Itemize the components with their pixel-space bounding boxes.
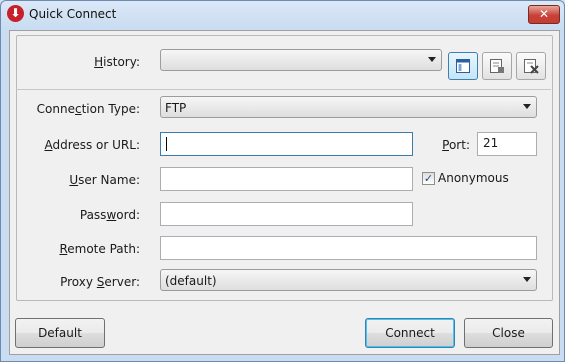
section-divider <box>16 89 551 90</box>
quick-connect-window: ⬇ Quick Connect ✕ History: Connection Ty… <box>0 0 565 362</box>
proxy-server-dropdown[interactable]: (default) <box>160 269 537 291</box>
connection-type-dropdown[interactable]: FTP <box>160 96 537 118</box>
password-label: Password: <box>79 208 140 222</box>
dialog-body: History: Connection Type: FTP Address or… <box>9 30 560 355</box>
history-label: History: <box>94 55 140 69</box>
window-title: Quick Connect <box>29 7 117 21</box>
history-delete-button[interactable] <box>516 52 546 80</box>
app-logo-icon: ⬇ <box>7 5 24 22</box>
close-icon: ✕ <box>538 7 550 21</box>
dropdown-arrow-icon <box>523 104 531 109</box>
proxy-server-label: Proxy Server: <box>60 275 140 289</box>
user-name-label: User Name: <box>69 173 140 187</box>
remote-path-input[interactable] <box>160 236 537 260</box>
remote-path-label: Remote Path: <box>59 242 140 256</box>
address-input[interactable] <box>160 132 413 156</box>
history-dropdown[interactable] <box>160 49 442 71</box>
connection-type-value: FTP <box>165 101 187 115</box>
port-input[interactable]: 21 <box>477 132 537 156</box>
history-edit-button[interactable] <box>482 52 512 80</box>
dropdown-arrow-icon <box>523 277 531 282</box>
address-label: Address or URL: <box>44 138 140 152</box>
history-edit-icon <box>490 59 504 73</box>
text-caret <box>166 137 167 151</box>
history-window-button[interactable] <box>448 52 478 80</box>
connection-type-label: Connection Type: <box>36 102 140 116</box>
proxy-server-value: (default) <box>165 274 217 288</box>
connection-panel: History: Connection Type: FTP Address or… <box>16 35 553 301</box>
history-delete-icon <box>524 59 539 74</box>
port-value: 21 <box>483 136 499 150</box>
port-label: Port: <box>442 138 470 152</box>
connect-button[interactable]: Connect <box>365 318 455 348</box>
window-close-button[interactable]: ✕ <box>528 5 560 24</box>
default-button[interactable]: Default <box>15 318 105 348</box>
anonymous-checkbox[interactable]: ✓ <box>422 172 435 185</box>
anonymous-label[interactable]: Anonymous <box>438 171 509 185</box>
title-bar[interactable]: ⬇ Quick Connect ✕ <box>1 1 564 29</box>
user-name-input[interactable] <box>160 167 413 191</box>
dropdown-arrow-icon <box>428 57 436 62</box>
checkmark-icon: ✓ <box>423 172 434 185</box>
password-input[interactable] <box>160 202 413 226</box>
history-window-icon <box>456 59 470 73</box>
close-button[interactable]: Close <box>464 318 553 348</box>
